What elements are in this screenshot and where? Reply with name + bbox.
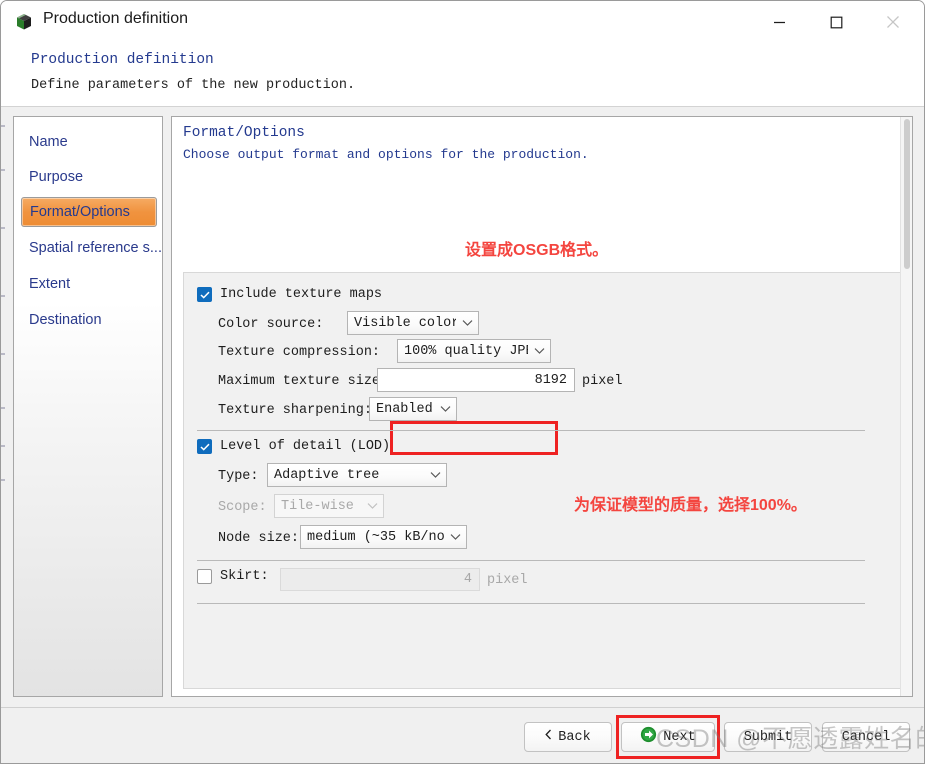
wizard-footer: Back Next Submit Cancel: [1, 707, 924, 763]
edge-artifact: [1, 445, 5, 447]
header-subtitle: Define parameters of the new production.: [31, 78, 356, 93]
next-button[interactable]: Next: [621, 722, 715, 752]
include-texture-maps-row[interactable]: Include texture maps: [197, 287, 382, 302]
lod-type-label: Type:: [218, 469, 259, 484]
level-of-detail-label: Level of detail (LOD): [220, 439, 391, 454]
skirt-unit: pixel: [487, 573, 528, 588]
include-texture-maps-label: Include texture maps: [220, 287, 383, 302]
submit-button[interactable]: Submit: [724, 722, 812, 752]
options-inner-panel: Include texture maps Color source: Visib…: [183, 272, 901, 689]
chevron-down-icon: [424, 471, 446, 479]
panel-scrollbar-thumb[interactable]: [904, 119, 910, 269]
sidebar-item-label: Purpose: [29, 169, 84, 185]
production-definition-window: Production definition Production definit…: [0, 0, 925, 764]
edge-artifact: [1, 479, 5, 481]
edge-artifact: [1, 169, 5, 171]
wizard-step-sidebar: Name Purpose Format/Options Spatial refe…: [13, 116, 163, 697]
chevron-down-icon: [361, 502, 383, 510]
section-divider: [197, 430, 865, 431]
texture-sharpening-label: Texture sharpening:: [218, 403, 372, 418]
lod-type-value: Adaptive tree: [274, 467, 380, 483]
sidebar-item-extent[interactable]: Extent: [21, 269, 157, 299]
header-title: Production definition: [31, 52, 214, 68]
green-arrow-right-icon: [640, 726, 657, 748]
skirt-row[interactable]: Skirt:: [197, 569, 269, 584]
lod-type-select[interactable]: Adaptive tree: [267, 463, 447, 487]
back-button[interactable]: Back: [524, 722, 612, 752]
texture-compression-value: 100% quality JPEG: [404, 343, 528, 359]
title-bar: Production definition: [1, 1, 924, 43]
chevron-down-icon: [434, 405, 456, 413]
skirt-checkbox[interactable]: [197, 569, 212, 584]
texture-sharpening-value: Enabled: [376, 401, 433, 417]
skirt-input: 4: [280, 568, 480, 591]
texture-compression-label: Texture compression:: [218, 345, 381, 360]
panel-title: Format/Options: [183, 125, 305, 141]
format-options-panel: Format/Options Choose output format and …: [171, 116, 913, 697]
skirt-label: Skirt:: [220, 569, 269, 584]
section-divider: [197, 603, 865, 604]
texture-sharpening-select[interactable]: Enabled: [369, 397, 457, 421]
sidebar-item-label: Spatial reference s...: [29, 240, 162, 256]
back-button-label: Back: [558, 729, 591, 745]
sidebar-item-name[interactable]: Name: [21, 127, 157, 157]
sidebar-item-label: Name: [29, 134, 68, 150]
sidebar-item-format-options[interactable]: Format/Options: [21, 197, 157, 227]
chevron-down-icon: [528, 347, 550, 355]
texture-compression-select[interactable]: 100% quality JPEG: [397, 339, 551, 363]
cancel-button-label: Cancel: [841, 729, 891, 745]
chevron-down-icon: [456, 319, 478, 327]
edge-artifact: [1, 125, 5, 127]
maximize-button[interactable]: [813, 1, 859, 43]
color-source-value: Visible colors: [354, 315, 456, 331]
color-source-label: Color source:: [218, 317, 324, 332]
sidebar-item-spatial-reference[interactable]: Spatial reference s...: [21, 233, 162, 263]
next-button-label: Next: [663, 729, 696, 745]
max-texture-size-value: 8192: [534, 372, 567, 388]
panel-subtitle: Choose output format and options for the…: [183, 147, 589, 162]
level-of-detail-checkbox[interactable]: [197, 439, 212, 454]
lod-scope-value: Tile-wise: [281, 498, 354, 514]
chevron-left-icon: [545, 729, 552, 745]
sidebar-item-label: Format/Options: [30, 204, 130, 220]
sidebar-item-destination[interactable]: Destination: [21, 305, 157, 335]
skirt-value: 4: [463, 572, 472, 587]
include-texture-maps-checkbox[interactable]: [197, 287, 212, 302]
submit-button-label: Submit: [743, 729, 793, 745]
cancel-button[interactable]: Cancel: [822, 722, 910, 752]
annotation-format-note: 设置成OSGB格式。: [465, 242, 609, 259]
max-texture-size-input[interactable]: 8192: [377, 368, 575, 392]
wizard-header: Production definition Define parameters …: [1, 43, 924, 107]
wizard-body: Name Purpose Format/Options Spatial refe…: [1, 107, 924, 707]
color-source-select[interactable]: Visible colors: [347, 311, 479, 335]
node-size-select[interactable]: medium (~35 kB/node): [300, 525, 467, 549]
texture-compression-highlight-box: [390, 421, 558, 455]
level-of-detail-row[interactable]: Level of detail (LOD): [197, 439, 390, 454]
panel-scrollbar[interactable]: [900, 117, 912, 696]
edge-artifact: [1, 227, 5, 229]
node-size-label: Node size:: [218, 531, 300, 546]
sidebar-item-label: Extent: [29, 276, 71, 292]
close-button[interactable]: [870, 1, 916, 43]
edge-artifact: [1, 407, 5, 409]
window-title: Production definition: [43, 10, 188, 27]
node-size-value: medium (~35 kB/node): [307, 529, 444, 545]
annotation-quality-note: 为保证模型的质量，选择100%。: [574, 497, 807, 514]
edge-artifact: [1, 353, 5, 355]
max-texture-size-label: Maximum texture size:: [218, 374, 389, 389]
sidebar-item-label: Destination: [29, 312, 102, 328]
minimize-button[interactable]: [756, 1, 802, 43]
cube-icon: [13, 11, 35, 33]
sidebar-item-purpose[interactable]: Purpose: [21, 162, 157, 192]
edge-artifact: [1, 295, 5, 297]
max-texture-size-unit: pixel: [582, 374, 623, 389]
section-divider: [197, 560, 865, 561]
chevron-down-icon: [444, 533, 466, 541]
lod-scope-select: Tile-wise: [274, 494, 384, 518]
lod-scope-label: Scope:: [218, 500, 267, 515]
